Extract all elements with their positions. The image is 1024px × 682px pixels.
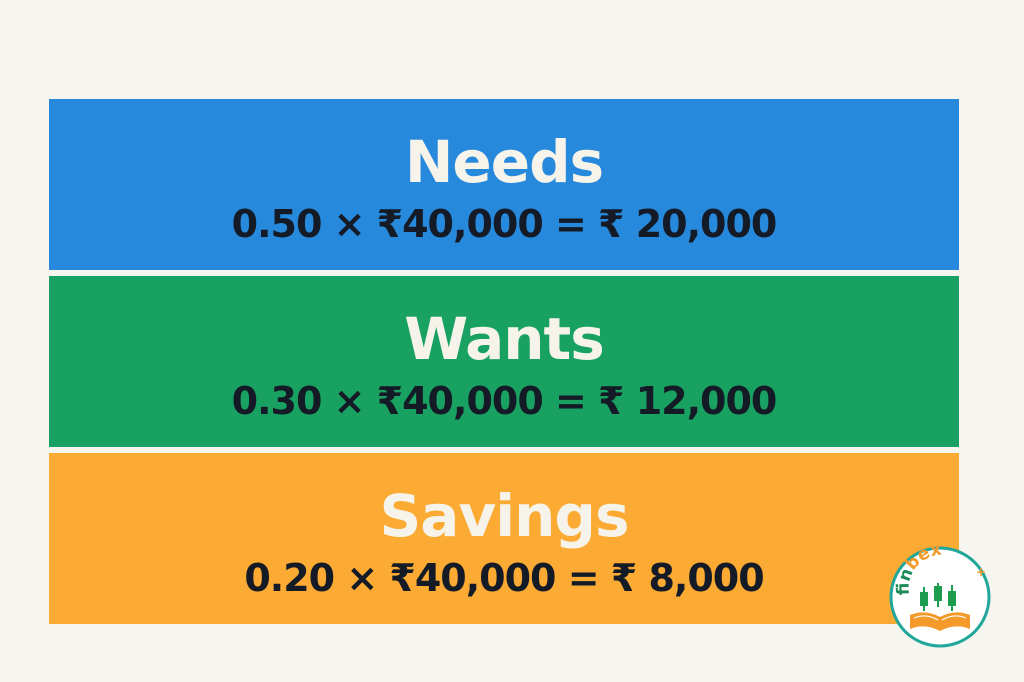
savings-band: Savings 0.20 × ₹40,000 = ₹ 8,000 (49, 453, 959, 624)
budget-split: Needs 0.50 × ₹40,000 = ₹ 20,000 Wants 0.… (49, 99, 959, 624)
finbex-logo-mark: finbex + (889, 540, 991, 648)
wants-formula: 0.30 × ₹40,000 = ₹ 12,000 (231, 379, 778, 423)
savings-title: Savings (379, 482, 630, 550)
needs-formula: 0.50 × ₹40,000 = ₹ 20,000 (231, 202, 778, 246)
wants-band: Wants 0.30 × ₹40,000 = ₹ 12,000 (49, 276, 959, 447)
needs-title: Needs (404, 128, 604, 196)
finbex-logo: finbex + (888, 540, 992, 649)
wants-title: Wants (404, 305, 605, 373)
logo-plus: + (976, 565, 986, 579)
savings-formula: 0.20 × ₹40,000 = ₹ 8,000 (244, 556, 764, 600)
needs-band: Needs 0.50 × ₹40,000 = ₹ 20,000 (49, 99, 959, 270)
